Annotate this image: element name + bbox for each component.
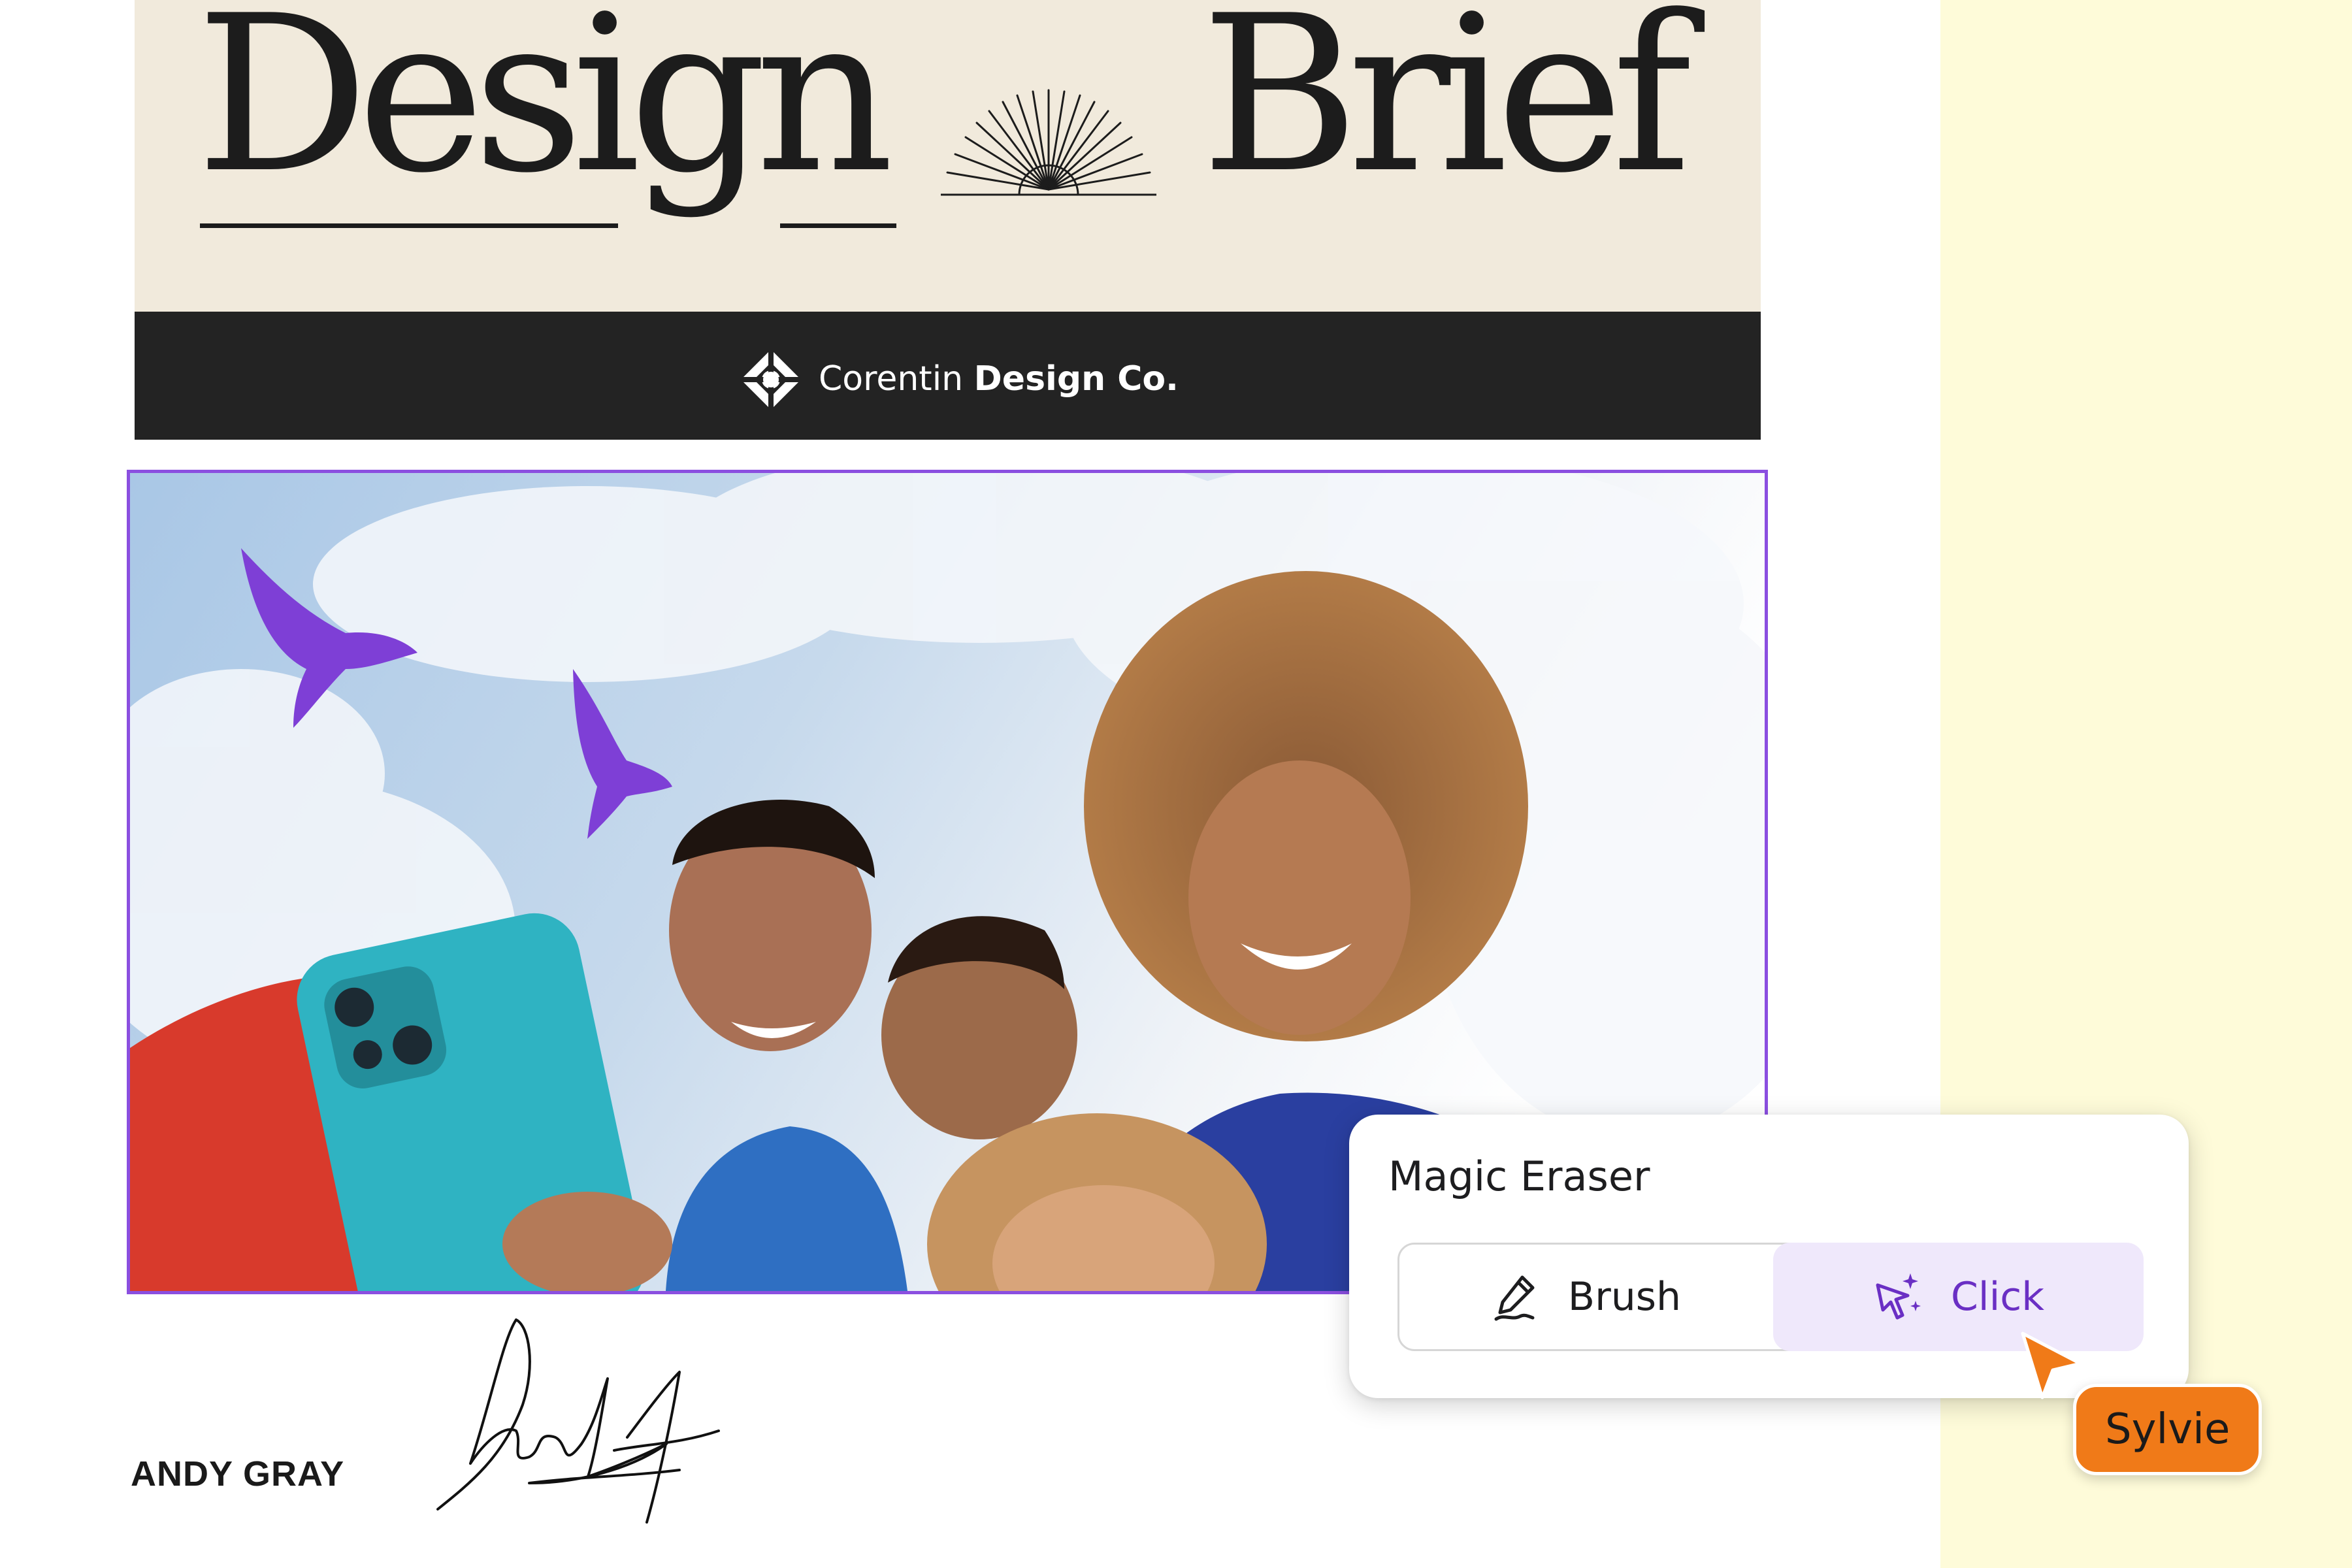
magic-eraser-title: Magic Eraser bbox=[1388, 1152, 1650, 1200]
sunburst-ornament bbox=[941, 89, 1156, 196]
brush-icon bbox=[1494, 1275, 1535, 1321]
brush-mode-button[interactable]: Brush bbox=[1397, 1243, 1773, 1351]
collaborator-name-tag: Sylvie bbox=[2073, 1384, 2262, 1475]
brush-label: Brush bbox=[1567, 1274, 1682, 1320]
handwritten-signature bbox=[436, 1318, 720, 1524]
title-brief: Brief bbox=[1201, 0, 1691, 220]
magic-click-icon bbox=[1876, 1273, 1921, 1320]
title-underline-right bbox=[780, 223, 896, 228]
brand-name: Corentin Design Co. bbox=[819, 353, 1179, 405]
click-label: Click bbox=[1951, 1274, 2044, 1320]
collaborator-cursor-icon bbox=[2021, 1331, 2082, 1399]
click-mode-button[interactable]: Click bbox=[1773, 1243, 2144, 1351]
signatory-name: ANDY GRAY bbox=[131, 1454, 345, 1494]
brand-logo-icon bbox=[740, 348, 802, 411]
brand-name-bold: Design Co. bbox=[973, 359, 1179, 399]
brand-name-light: Corentin bbox=[819, 359, 964, 399]
collaborator-name: Sylvie bbox=[2105, 1405, 2230, 1454]
title-underline-left bbox=[200, 223, 618, 228]
title-design: Design bbox=[196, 0, 894, 220]
